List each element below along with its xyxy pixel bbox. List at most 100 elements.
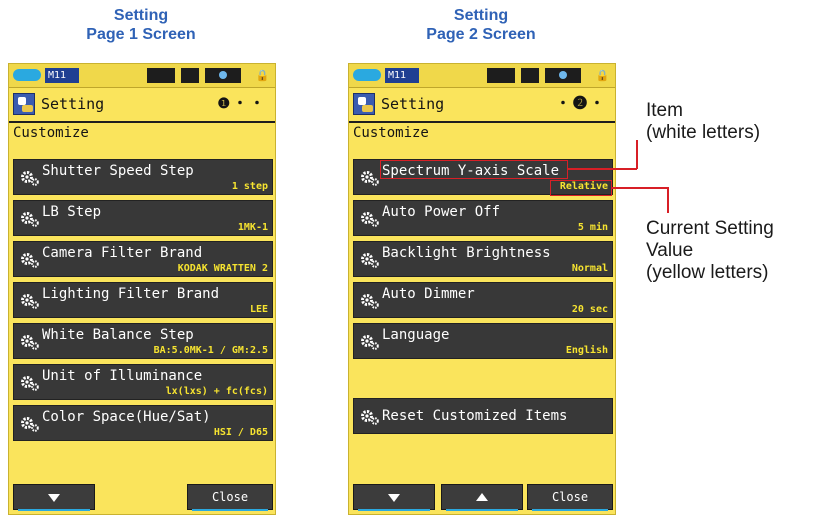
setting-item-auto-dimmer[interactable]: Auto Dimmer 20 sec <box>353 282 613 318</box>
page-up-button[interactable] <box>441 484 523 511</box>
button-bar: Close <box>9 484 275 514</box>
caption-page1-line2: Page 1 Screen <box>86 26 196 43</box>
item-callout-line <box>568 168 637 170</box>
section-title: Customize <box>353 125 429 141</box>
item-label: Shutter Speed Step <box>42 163 194 179</box>
caption-page1: Setting Page 1 Screen <box>46 6 236 44</box>
item-value: BA:5.0MK-1 / GM:2.5 <box>153 345 268 356</box>
wireless-indicator-icon <box>205 68 241 83</box>
item-value: LEE <box>249 304 268 315</box>
item-value: 1 step <box>231 181 268 192</box>
section-title: Customize <box>13 125 89 141</box>
page-down-button[interactable] <box>13 484 95 511</box>
title-bar: Setting ❶・・ <box>9 91 275 117</box>
button-bar: Close <box>349 484 615 514</box>
page-title: Setting <box>41 95 105 113</box>
setting-page2-screen: M11 🔒 Setting ・❷・ Customize Spectrum Y-a… <box>348 63 616 515</box>
item-annotation-line2: (white letters) <box>646 122 761 143</box>
status-block-icon <box>147 68 175 83</box>
item-label: Lighting Filter Brand <box>42 286 220 302</box>
reset-customized-items-button[interactable]: Reset Customized Items <box>353 398 613 434</box>
gear-icon <box>21 171 39 186</box>
item-label: Language <box>382 327 450 343</box>
gear-icon <box>361 253 379 268</box>
gear-icon <box>21 212 39 227</box>
current-value-annotation: Current Setting Value (yellow letters) <box>646 218 774 284</box>
setting-item-shutter-speed-step[interactable]: Shutter Speed Step 1 step <box>13 159 273 195</box>
status-block-icon <box>181 68 199 83</box>
gear-icon <box>361 335 379 350</box>
item-label: Color Space(Hue/Sat) <box>42 409 211 425</box>
lock-icon: 🔒 <box>255 69 270 82</box>
item-label: White Balance Step <box>42 327 194 343</box>
setting-item-auto-power-off[interactable]: Auto Power Off 5 min <box>353 200 613 236</box>
setting-item-camera-filter-brand[interactable]: Camera Filter Brand KODAK WRATTEN 2 <box>13 241 273 277</box>
setting-app-icon <box>13 93 35 115</box>
status-bar: M11 🔒 <box>349 64 615 88</box>
item-value: HSI / D65 <box>213 427 268 438</box>
gear-icon <box>21 253 39 268</box>
item-value: English <box>565 345 608 356</box>
item-annotation: Item (white letters) <box>646 100 760 144</box>
caption-page2-line2: Page 2 Screen <box>426 26 536 43</box>
battery-icon <box>353 69 381 81</box>
down-arrow-icon <box>48 494 60 502</box>
item-value: Normal <box>571 263 608 274</box>
item-label: Auto Dimmer <box>382 286 475 302</box>
status-block-icon <box>521 68 539 83</box>
gear-icon <box>361 212 379 227</box>
reset-button-label: Reset Customized Items <box>382 408 568 424</box>
value-highlight <box>550 180 612 196</box>
item-callout-line-vertical <box>636 140 638 169</box>
caption-page1-line1: Setting <box>113 7 169 24</box>
section-header: Customize <box>9 121 275 144</box>
wireless-indicator-icon <box>545 68 581 83</box>
current-value-annotation-line1: Current Setting <box>646 218 774 239</box>
item-label: Camera Filter Brand <box>42 245 203 261</box>
gear-icon <box>361 171 379 186</box>
battery-icon <box>13 69 41 81</box>
close-button[interactable]: Close <box>187 484 273 511</box>
section-header: Customize <box>349 121 615 144</box>
setting-item-language[interactable]: Language English <box>353 323 613 359</box>
close-button-label: Close <box>551 490 589 504</box>
setting-item-lighting-filter-brand[interactable]: Lighting Filter Brand LEE <box>13 282 273 318</box>
status-block-icon <box>487 68 515 83</box>
item-value: 1MK-1 <box>237 222 268 233</box>
status-bar: M11 🔒 <box>9 64 275 88</box>
page-title: Setting <box>381 95 445 113</box>
page-indicator: ❶・・ <box>217 96 267 112</box>
item-label-highlight <box>380 160 568 179</box>
gear-icon <box>21 417 39 432</box>
current-value-annotation-line3: (yellow letters) <box>646 262 769 283</box>
setting-item-unit-of-illuminance[interactable]: Unit of Illuminance lx(lxs) + fc(fcs) <box>13 364 273 400</box>
setting-item-backlight-brightness[interactable]: Backlight Brightness Normal <box>353 241 613 277</box>
gear-icon <box>21 294 39 309</box>
item-label: Backlight Brightness <box>382 245 551 261</box>
item-label: Auto Power Off <box>382 204 501 220</box>
page-indicator: ・❷・ <box>556 96 607 112</box>
item-value: KODAK WRATTEN 2 <box>177 263 268 274</box>
item-label: LB Step <box>42 204 102 220</box>
current-value-annotation-line2: Value <box>646 240 694 261</box>
page-down-button[interactable] <box>353 484 435 511</box>
gear-icon <box>21 335 39 350</box>
memory-indicator: M11 <box>45 68 79 83</box>
lock-icon: 🔒 <box>595 69 610 82</box>
memory-indicator: M11 <box>385 68 419 83</box>
setting-app-icon <box>353 93 375 115</box>
setting-item-white-balance-step[interactable]: White Balance Step BA:5.0MK-1 / GM:2.5 <box>13 323 273 359</box>
value-callout-line-vertical <box>667 187 669 213</box>
up-arrow-icon <box>476 493 488 501</box>
item-label: Unit of Illuminance <box>42 368 203 384</box>
title-bar: Setting ・❷・ <box>349 91 615 117</box>
close-button[interactable]: Close <box>527 484 613 511</box>
setting-item-color-space[interactable]: Color Space(Hue/Sat) HSI / D65 <box>13 405 273 441</box>
close-button-label: Close <box>211 490 249 504</box>
item-value: 5 min <box>577 222 608 233</box>
value-callout-line <box>612 187 668 189</box>
caption-page2-line1: Setting <box>453 7 509 24</box>
gear-icon <box>361 294 379 309</box>
setting-item-lb-step[interactable]: LB Step 1MK-1 <box>13 200 273 236</box>
caption-page2: Setting Page 2 Screen <box>386 6 576 44</box>
